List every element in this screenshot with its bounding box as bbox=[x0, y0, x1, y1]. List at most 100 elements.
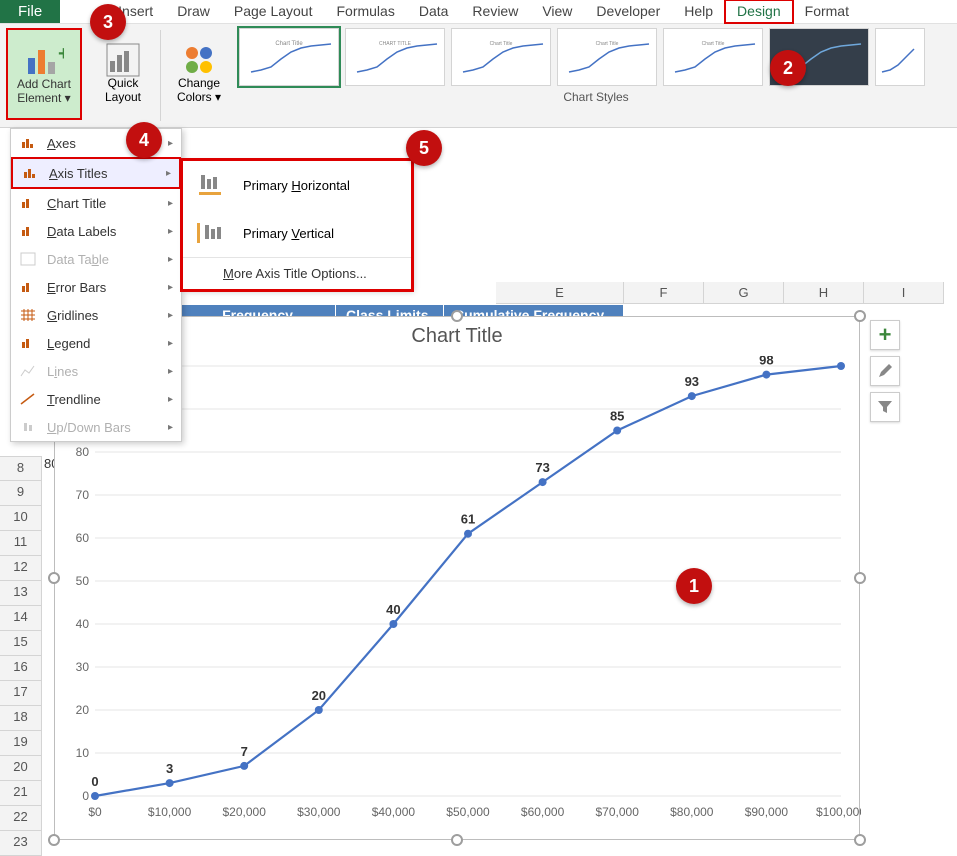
row-header-20[interactable]: 20 bbox=[0, 756, 42, 781]
row-header-9[interactable]: 9 bbox=[0, 481, 42, 506]
svg-text:40: 40 bbox=[76, 617, 90, 631]
svg-text:20: 20 bbox=[76, 703, 90, 717]
row-header-8[interactable]: 8 bbox=[0, 456, 42, 481]
chart-styles-gallery[interactable]: Chart Title CHART TITLE Chart Title Char… bbox=[235, 24, 957, 86]
submenu-more-options[interactable]: More Axis Title Options... bbox=[183, 258, 411, 289]
row-header-23[interactable]: 23 bbox=[0, 831, 42, 856]
resize-handle[interactable] bbox=[48, 834, 60, 846]
svg-text:93: 93 bbox=[685, 374, 699, 389]
change-colors-button[interactable]: Change Colors ▾ bbox=[169, 28, 229, 120]
row-header-16[interactable]: 16 bbox=[0, 656, 42, 681]
col-header-F[interactable]: F bbox=[624, 282, 704, 304]
row-header-13[interactable]: 13 bbox=[0, 581, 42, 606]
tab-view[interactable]: View bbox=[530, 0, 584, 23]
ribbon-body: + Add Chart Element ▾ Quick Layout Chang… bbox=[0, 24, 957, 128]
svg-text:100: 100 bbox=[830, 356, 852, 359]
tab-format[interactable]: Format bbox=[793, 0, 861, 23]
svg-text:$50,000: $50,000 bbox=[446, 805, 490, 819]
col-header-G[interactable]: G bbox=[704, 282, 784, 304]
resize-handle[interactable] bbox=[854, 310, 866, 322]
row-header-10[interactable]: 10 bbox=[0, 506, 42, 531]
chart-style-2[interactable]: CHART TITLE bbox=[345, 28, 445, 86]
menu-trendline[interactable]: Trendline▸ bbox=[11, 385, 181, 413]
svg-text:$90,000: $90,000 bbox=[745, 805, 789, 819]
svg-text:61: 61 bbox=[461, 512, 475, 527]
resize-handle[interactable] bbox=[451, 834, 463, 846]
svg-text:60: 60 bbox=[76, 531, 90, 545]
updown-icon bbox=[19, 419, 37, 435]
chevron-right-icon: ▸ bbox=[168, 138, 173, 149]
chart-style-5[interactable]: Chart Title bbox=[663, 28, 763, 86]
menu-gridlines[interactable]: Gridlines▸ bbox=[11, 301, 181, 329]
menu-data-labels[interactable]: Data Labels▸ bbox=[11, 217, 181, 245]
svg-text:70: 70 bbox=[76, 488, 90, 502]
chart-elements-button[interactable]: + bbox=[870, 320, 900, 350]
menu-legend[interactable]: Legend▸ bbox=[11, 329, 181, 357]
submenu-primary-horizontal-label: Primary Horizontal bbox=[243, 178, 350, 193]
add-chart-element-label: Add Chart Element ▾ bbox=[11, 78, 77, 106]
brush-icon bbox=[876, 362, 894, 380]
tab-developer[interactable]: Developer bbox=[584, 0, 672, 23]
tab-file[interactable]: File bbox=[0, 0, 60, 23]
resize-handle[interactable] bbox=[854, 572, 866, 584]
tab-draw[interactable]: Draw bbox=[165, 0, 222, 23]
chart-style-4[interactable]: Chart Title bbox=[557, 28, 657, 86]
svg-text:$0: $0 bbox=[88, 805, 102, 819]
row-header-11[interactable]: 11 bbox=[0, 531, 42, 556]
chart-style-3[interactable]: Chart Title bbox=[451, 28, 551, 86]
row-header-17[interactable]: 17 bbox=[0, 681, 42, 706]
menu-error-bars[interactable]: Error Bars▸ bbox=[11, 273, 181, 301]
quick-layout-icon bbox=[106, 43, 140, 77]
row-header-22[interactable]: 22 bbox=[0, 806, 42, 831]
row-header-12[interactable]: 12 bbox=[0, 556, 42, 581]
data-labels-icon bbox=[19, 223, 37, 239]
callout-4: 4 bbox=[126, 122, 162, 158]
axis-titles-icon bbox=[21, 165, 39, 181]
menu-updown-bars: Up/Down Bars▸ bbox=[11, 413, 181, 441]
col-header-E[interactable]: E bbox=[496, 282, 624, 304]
tab-help[interactable]: Help bbox=[672, 0, 725, 23]
chevron-right-icon: ▸ bbox=[166, 168, 171, 179]
svg-text:20: 20 bbox=[312, 688, 326, 703]
row-header-21[interactable]: 21 bbox=[0, 781, 42, 806]
tab-formulas[interactable]: Formulas bbox=[324, 0, 406, 23]
svg-text:30: 30 bbox=[76, 660, 90, 674]
menu-axis-titles[interactable]: Axis Titles▸ bbox=[11, 157, 181, 189]
row-header-18[interactable]: 18 bbox=[0, 706, 42, 731]
svg-text:$20,000: $20,000 bbox=[223, 805, 267, 819]
svg-text:+: + bbox=[58, 43, 64, 65]
data-table-icon bbox=[19, 251, 37, 267]
svg-text:$10,000: $10,000 bbox=[148, 805, 192, 819]
menu-chart-title[interactable]: Chart Title▸ bbox=[11, 189, 181, 217]
submenu-primary-horizontal[interactable]: Primary Horizontal bbox=[183, 161, 411, 209]
tab-page-layout[interactable]: Page Layout bbox=[222, 0, 325, 23]
svg-text:73: 73 bbox=[535, 460, 549, 475]
add-chart-element-button[interactable]: + Add Chart Element ▾ bbox=[6, 28, 82, 120]
svg-text:Chart Title: Chart Title bbox=[275, 41, 303, 47]
row-header-14[interactable]: 14 bbox=[0, 606, 42, 631]
tab-data[interactable]: Data bbox=[407, 0, 461, 23]
change-colors-label: Change Colors ▾ bbox=[172, 77, 226, 105]
col-header-H[interactable]: H bbox=[784, 282, 864, 304]
tab-review[interactable]: Review bbox=[460, 0, 530, 23]
quick-layout-button[interactable]: Quick Layout bbox=[94, 28, 152, 120]
chart-filters-button[interactable] bbox=[870, 392, 900, 422]
chart-style-1[interactable]: Chart Title bbox=[239, 28, 339, 86]
chart-style-7[interactable] bbox=[875, 28, 925, 86]
svg-text:0: 0 bbox=[82, 789, 89, 803]
menu-data-table: Data Table▸ bbox=[11, 245, 181, 273]
primary-horizontal-icon bbox=[197, 173, 225, 197]
submenu-primary-vertical[interactable]: Primary Vertical bbox=[183, 209, 411, 257]
chart-title-icon bbox=[19, 195, 37, 211]
resize-handle[interactable] bbox=[48, 572, 60, 584]
svg-text:50: 50 bbox=[76, 574, 90, 588]
svg-text:Chart Title: Chart Title bbox=[596, 41, 619, 47]
resize-handle[interactable] bbox=[854, 834, 866, 846]
col-header-I[interactable]: I bbox=[864, 282, 944, 304]
row-header-15[interactable]: 15 bbox=[0, 631, 42, 656]
tab-design[interactable]: Design bbox=[725, 0, 793, 23]
chart-styles-button[interactable] bbox=[870, 356, 900, 386]
row-header-19[interactable]: 19 bbox=[0, 731, 42, 756]
svg-text:3: 3 bbox=[166, 761, 173, 776]
resize-handle[interactable] bbox=[451, 310, 463, 322]
